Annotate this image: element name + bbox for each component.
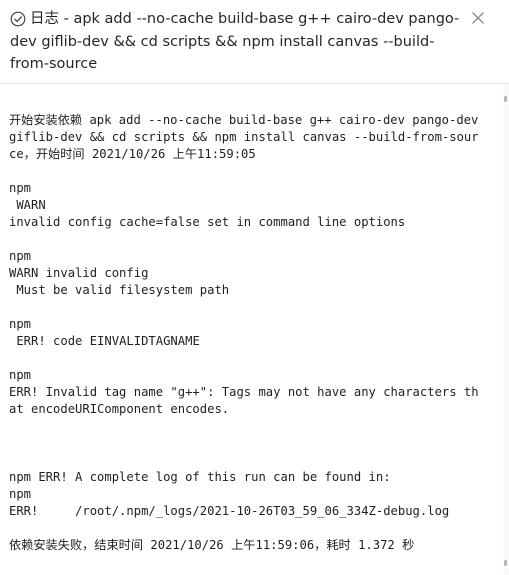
dialog-title: 日志 - apk add --no-cache build-base g++ c…: [10, 11, 460, 72]
log-line: Must be valid filesystem path: [9, 283, 230, 297]
log-line: 依赖安装失败，结束时间 2021/10/26 上午11:59:06，耗时 1.3…: [9, 538, 415, 552]
log-line: npm: [9, 181, 32, 195]
log-line: npm: [9, 249, 32, 263]
dialog-header: 日志 - apk add --no-cache build-base g++ c…: [0, 0, 509, 84]
log-line: invalid config cache=false set in comman…: [9, 215, 406, 229]
log-line: npm ERR! A complete log of this run can …: [9, 470, 391, 484]
log-line: WARN: [9, 198, 46, 212]
log-line: ERR! code EINVALIDTAGNAME: [9, 334, 200, 348]
log-dialog: 日志 - apk add --no-cache build-base g++ c…: [0, 0, 509, 575]
log-line: npm: [9, 317, 32, 331]
log-body[interactable]: 开始安装依赖 apk add --no-cache build-base g++…: [0, 85, 503, 575]
scrollbar-up-arrow[interactable]: [504, 96, 507, 102]
log-line: WARN invalid config: [9, 266, 149, 280]
scrollbar[interactable]: [503, 85, 509, 575]
log-output: 开始安装依赖 apk add --no-cache build-base g++…: [9, 112, 479, 554]
log-line: ERR! Invalid tag name "g++": Tags may no…: [9, 385, 479, 416]
scrollbar-down-arrow[interactable]: [504, 560, 507, 566]
log-line: npm: [9, 487, 32, 501]
log-line: ERR! /root/.npm/_logs/2021-10-26T03_59_0…: [9, 504, 450, 518]
close-button[interactable]: [468, 9, 488, 29]
log-line: npm: [9, 368, 32, 382]
log-line: 开始安装依赖 apk add --no-cache build-base g++…: [9, 113, 486, 161]
close-icon[interactable]: [471, 10, 485, 29]
